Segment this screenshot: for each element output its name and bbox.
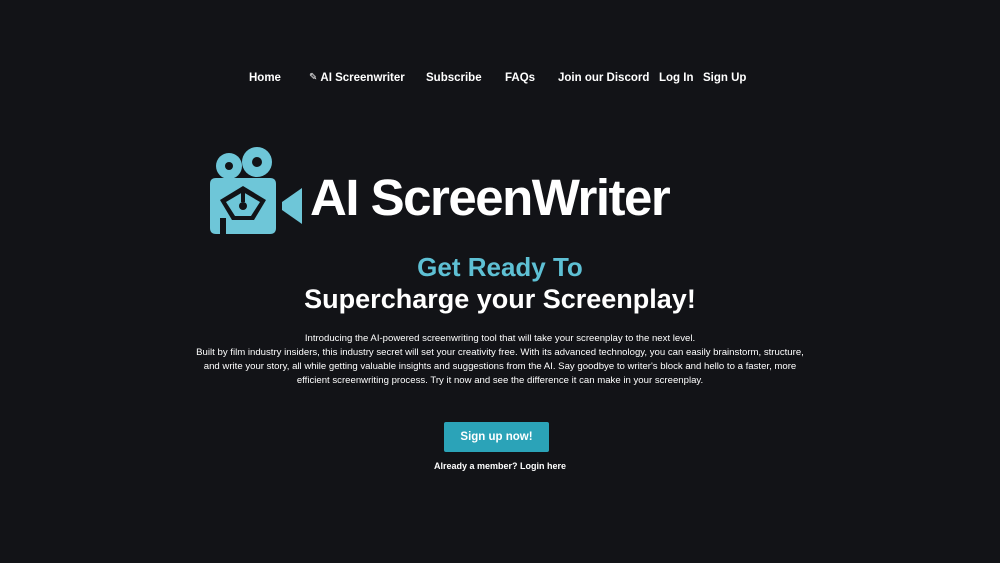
description-body: Built by film industry insiders, this in… (196, 347, 804, 386)
hero-main-headline: Supercharge your Screenplay! (304, 284, 696, 314)
nav-subscribe-link[interactable]: Subscribe (426, 70, 482, 86)
nav-home-link[interactable]: Home (249, 70, 281, 86)
pencil-icon: ✎ (309, 72, 318, 83)
logo-wordmark: AI ScreenWriter (310, 169, 671, 226)
top-navigation: Home ✎ AI Screenwriter Subscribe FAQs Joi… (0, 70, 1000, 86)
login-prompt-text: Already a member? (433, 461, 518, 471)
nav-login-link[interactable]: Log In (659, 70, 694, 86)
sign-up-now-button[interactable]: Sign up now! (444, 422, 549, 452)
hero-description: Introducing the AI-powered screenwriting… (195, 332, 805, 388)
nav-discord-link[interactable]: Join our Discord (558, 70, 649, 86)
login-prompt: Already a member? Login here (0, 460, 1000, 472)
landing-page: Home ✎ AI Screenwriter Subscribe FAQs Joi… (0, 0, 1000, 563)
film-camera-pen-icon (210, 147, 302, 234)
site-logo: AI ScreenWriter (206, 146, 791, 238)
hero-accent-headline: Get Ready To (417, 252, 583, 282)
nav-ai-screenwriter-label: AI Screenwriter (320, 72, 405, 84)
nav-ai-screenwriter-link[interactable]: ✎ AI Screenwriter (309, 70, 405, 87)
nav-signup-link[interactable]: Sign Up (703, 70, 746, 86)
login-here-link[interactable]: Login here (520, 461, 566, 471)
description-intro: Introducing the AI-powered screenwriting… (304, 333, 696, 344)
nav-faqs-link[interactable]: FAQs (505, 70, 535, 86)
